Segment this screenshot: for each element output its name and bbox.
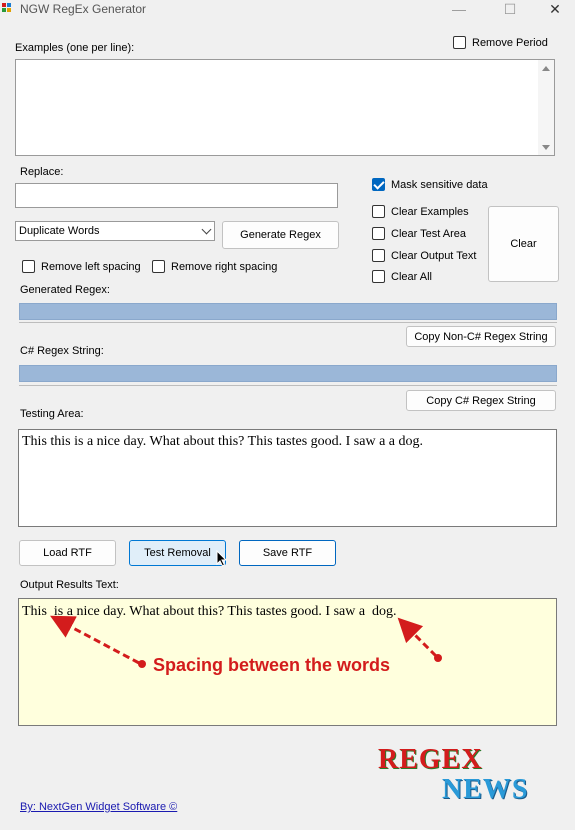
clear-output-text-option[interactable]: Clear Output Text (372, 249, 476, 262)
annotation-text: Spacing between the words (153, 655, 391, 675)
remove-period-checkbox[interactable] (453, 36, 466, 49)
replace-input[interactable] (15, 183, 338, 208)
clear-button[interactable]: Clear (488, 206, 559, 282)
copy-non-csharp-button[interactable]: Copy Non-C# Regex String (406, 326, 556, 347)
logo-line-1: REGEX (378, 744, 483, 775)
copy-csharp-button[interactable]: Copy C# Regex String (406, 390, 556, 411)
clear-test-area-label: Clear Test Area (391, 227, 467, 240)
output-results-text: This is a nice day. What about this? Thi… (22, 604, 397, 619)
examples-textarea[interactable] (15, 59, 555, 156)
remove-right-spacing-option[interactable]: Remove right spacing (152, 260, 277, 273)
clear-output-text-checkbox[interactable] (372, 249, 385, 262)
clear-examples-label: Clear Examples (391, 205, 469, 218)
test-removal-button[interactable]: Test Removal (129, 540, 226, 566)
close-button[interactable]: ✕ (532, 0, 575, 18)
csharp-regex-field[interactable] (19, 365, 557, 382)
mask-sensitive-label: Mask sensitive data (391, 178, 488, 191)
clear-all-checkbox[interactable] (372, 270, 385, 283)
examples-scrollbar[interactable] (538, 60, 554, 155)
regex-news-logo: REGEX NEWS (376, 744, 536, 808)
testing-area-text: This this is a nice day. What about this… (22, 434, 424, 449)
csharp-regex-label: C# Regex String: (20, 345, 104, 357)
footer-link[interactable]: By: NextGen Widget Software © (20, 801, 177, 813)
clear-examples-option[interactable]: Clear Examples (372, 205, 469, 218)
remove-right-spacing-checkbox[interactable] (152, 260, 165, 273)
remove-left-spacing-label: Remove left spacing (41, 260, 141, 273)
mask-sensitive-checkbox[interactable] (372, 178, 385, 191)
output-results-label: Output Results Text: (20, 579, 119, 591)
app-icon (2, 3, 11, 12)
remove-left-spacing-option[interactable]: Remove left spacing (22, 260, 141, 273)
remove-right-spacing-label: Remove right spacing (171, 260, 278, 273)
load-rtf-button[interactable]: Load RTF (19, 540, 116, 566)
scroll-up-icon[interactable] (542, 66, 550, 71)
title-bar: NGW RegEx Generator — ☐ ✕ (0, 0, 575, 20)
testing-area-label: Testing Area: (20, 408, 84, 420)
replace-label: Replace: (20, 166, 64, 178)
clear-examples-checkbox[interactable] (372, 205, 385, 218)
generated-regex-field[interactable] (19, 303, 557, 320)
mask-sensitive-option[interactable]: Mask sensitive data (372, 178, 488, 191)
pattern-select[interactable]: Duplicate Words (15, 221, 215, 241)
generated-regex-label: Generated Regex: (20, 284, 110, 296)
save-rtf-button[interactable]: Save RTF (239, 540, 336, 566)
minimize-button[interactable]: — (436, 0, 482, 18)
divider (19, 385, 557, 386)
clear-all-label: Clear All (391, 270, 432, 283)
clear-output-text-label: Clear Output Text (391, 249, 477, 262)
remove-left-spacing-checkbox[interactable] (22, 260, 35, 273)
scroll-down-icon[interactable] (542, 145, 550, 150)
remove-period-option[interactable]: Remove Period (453, 36, 548, 49)
window-title: NGW RegEx Generator (20, 2, 147, 16)
examples-label: Examples (one per line): (15, 42, 135, 54)
clear-test-area-checkbox[interactable] (372, 227, 385, 240)
mouse-cursor-icon (216, 550, 228, 567)
chevron-down-icon[interactable] (201, 224, 212, 235)
maximize-button[interactable]: ☐ (487, 0, 533, 18)
generate-regex-button[interactable]: Generate Regex (222, 221, 339, 249)
clear-test-area-option[interactable]: Clear Test Area (372, 227, 466, 240)
remove-period-label: Remove Period (472, 36, 548, 49)
divider (19, 322, 557, 323)
clear-all-option[interactable]: Clear All (372, 270, 432, 283)
pattern-select-value: Duplicate Words (19, 225, 100, 237)
testing-area-textbox[interactable]: This this is a nice day. What about this… (18, 429, 557, 527)
logo-line-2: NEWS (442, 774, 529, 805)
